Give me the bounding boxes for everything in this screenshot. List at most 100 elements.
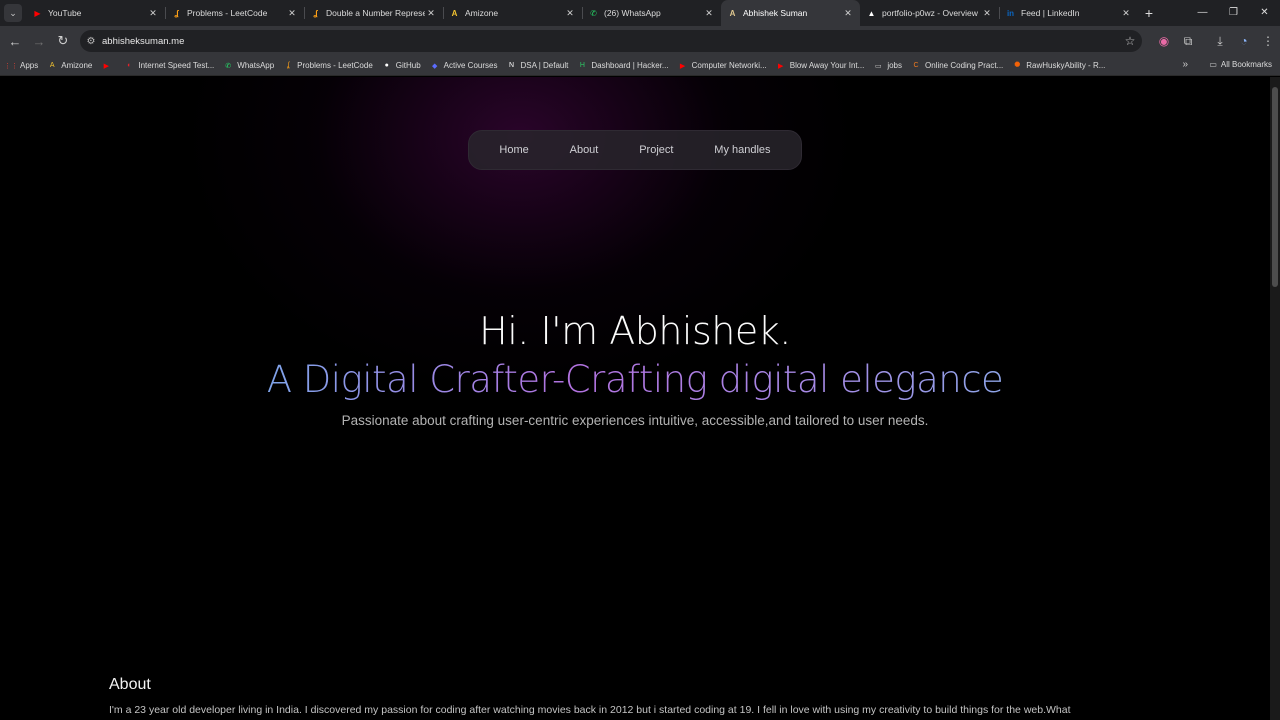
browser-tab[interactable]: ✆ (26) WhatsApp ✕ — [582, 0, 721, 26]
tab-title: (26) WhatsApp — [604, 8, 661, 18]
download-icon[interactable]: ⤓ — [1208, 34, 1232, 49]
bookmark-label: Amizone — [61, 61, 93, 70]
courses-icon: ◆ — [431, 62, 438, 70]
hero-title: Hi. I'm Abhishek. — [479, 309, 791, 353]
notion-icon: N — [508, 62, 514, 69]
tab-title: Abhishek Suman — [743, 8, 808, 18]
browser-tab[interactable]: in Feed | LinkedIn ✕ — [999, 0, 1138, 26]
bookmark-label: Problems - LeetCode — [297, 61, 373, 70]
close-icon[interactable]: ✕ — [425, 8, 437, 19]
all-bookmarks-button[interactable]: ▭ All Bookmarks — [1209, 60, 1272, 69]
apps-grid-icon: ⋮⋮ — [4, 62, 18, 70]
bookmark-item[interactable]: ✆ WhatsApp — [223, 61, 274, 71]
bookmark-item[interactable]: ▭ jobs — [873, 61, 902, 71]
url-text[interactable]: abhisheksuman.me — [102, 36, 1118, 47]
close-window-icon[interactable]: ✕ — [1249, 0, 1280, 26]
minimize-icon[interactable]: — — [1187, 0, 1218, 26]
bookmark-label: Blow Away Your Int... — [789, 61, 865, 70]
site-info-icon[interactable]: ⚙ — [80, 36, 102, 47]
nav-my-handles[interactable]: My handles — [714, 144, 770, 156]
folder-icon: ▭ — [1209, 60, 1217, 69]
bookmark-item[interactable]: N DSA | Default — [506, 61, 568, 71]
whatsapp-icon: ✆ — [590, 8, 597, 18]
toolbar-actions: ◉ ⧉ ⤓ ◔ ⋮ — [1152, 29, 1280, 53]
bookmark-item[interactable]: C Online Coding Pract... — [911, 61, 1003, 71]
chevron-down-icon[interactable]: ⌄ — [4, 4, 22, 22]
close-icon[interactable]: ✕ — [1120, 8, 1132, 19]
whatsapp-icon: ✆ — [225, 62, 232, 70]
bookmark-label: DSA | Default — [520, 61, 569, 70]
amizone-icon: A — [451, 8, 458, 18]
bookmark-star-icon[interactable]: ☆ — [1118, 34, 1142, 48]
bookmarks-bar: ⋮⋮ Apps A Amizone ▶ ◐ Internet Speed Test... ✆ W… — [0, 56, 1280, 76]
close-icon[interactable]: ✕ — [286, 8, 298, 19]
hero-section: Hi. I'm Abhishek. A Digital Crafter-Craf… — [0, 309, 1270, 428]
bookmark-item[interactable]: ◐ Internet Speed Test... — [124, 61, 214, 71]
extension-color-icon[interactable]: ◉ — [1152, 34, 1176, 48]
profile-icon[interactable]: ◔ — [1232, 34, 1256, 48]
forward-button[interactable]: → — [27, 29, 51, 53]
browser-tab[interactable]: ʆ Problems - LeetCode ✕ — [165, 0, 304, 26]
browser-tab[interactable]: ʆ Double a Number Represe ✕ — [304, 0, 443, 26]
bookmark-label: Internet Speed Test... — [138, 61, 215, 70]
browser-tab[interactable]: A Abhishek Suman ✕ — [721, 0, 860, 26]
replit-icon: ⯃ — [1014, 61, 1021, 69]
extensions-puzzle-icon[interactable]: ⧉ — [1176, 34, 1200, 49]
bookmark-item[interactable]: ▶ Computer Networki... — [678, 61, 767, 71]
codingninjas-icon: C — [913, 62, 919, 69]
nav-home[interactable]: Home — [499, 144, 528, 156]
bookmark-label: Active Courses — [443, 61, 498, 70]
bookmark-label: RawHuskyAbility - R... — [1026, 61, 1106, 70]
folder-icon: ▭ — [875, 62, 882, 70]
tab-title: Problems - LeetCode — [187, 8, 268, 18]
close-icon[interactable]: ✕ — [147, 8, 159, 19]
address-bar[interactable]: ⚙ abhisheksuman.me ☆ — [80, 30, 1142, 52]
page-scrollbar[interactable] — [1270, 77, 1280, 720]
portfolio-icon: A — [729, 8, 736, 18]
speedtest-icon: ◐ — [127, 62, 132, 69]
scrollbar-thumb[interactable] — [1272, 87, 1278, 287]
tab-title: Feed | LinkedIn — [1021, 8, 1080, 18]
browser-tab[interactable]: A Amizone ✕ — [443, 0, 582, 26]
bookmark-label: Dashboard | Hacker... — [591, 61, 669, 70]
about-heading: About — [109, 676, 151, 693]
close-icon[interactable]: ✕ — [981, 8, 993, 19]
bookmark-item[interactable]: ⯃ RawHuskyAbility - R... — [1012, 61, 1105, 71]
hackerrank-icon: H — [579, 62, 585, 69]
youtube-icon: ▶ — [103, 62, 110, 70]
close-icon[interactable]: ✕ — [703, 8, 715, 19]
browser-tab[interactable]: ▲ portfolio-p0wz - Overview ✕ — [860, 0, 999, 26]
window-controls: — ❐ ✕ — [1187, 0, 1280, 26]
bookmark-item[interactable]: ◆ Active Courses — [430, 61, 498, 71]
tab-title: Amizone — [465, 8, 499, 18]
bookmark-item[interactable]: ● GitHub — [382, 61, 421, 71]
close-icon[interactable]: ✕ — [564, 8, 576, 19]
bookmark-item[interactable]: ▶ Blow Away Your Int... — [776, 61, 865, 71]
nav-project[interactable]: Project — [639, 144, 673, 156]
leetcode-icon: ʆ — [313, 8, 318, 18]
menu-kebab-icon[interactable]: ⋮ — [1256, 34, 1280, 48]
nav-about[interactable]: About — [570, 144, 599, 156]
github-icon: ● — [384, 62, 389, 69]
bookmark-item[interactable]: ▶ — [101, 61, 115, 71]
bookmark-item[interactable]: ʆ Problems - LeetCode — [283, 61, 373, 71]
browser-tab[interactable]: ▶ YouTube ✕ — [26, 0, 165, 26]
bookmark-list: ⋮⋮ Apps A Amizone ▶ ◐ Internet Speed Test... ✆ W… — [4, 61, 1114, 71]
new-tab-button[interactable]: + — [1138, 5, 1160, 21]
bookmark-item[interactable]: H Dashboard | Hacker... — [577, 61, 669, 71]
tab-strip: ⌄ ▶ YouTube ✕ ʆ Problems - LeetCode ✕ ʆ Double … — [0, 0, 1280, 26]
bookmarks-overflow-icon[interactable]: » — [1182, 59, 1188, 70]
tab-list: ▶ YouTube ✕ ʆ Problems - LeetCode ✕ ʆ Double a … — [26, 0, 1138, 26]
bookmark-label: WhatsApp — [237, 61, 275, 70]
vercel-icon: ▲ — [867, 8, 876, 18]
browser-toolbar: ← → ↻ ⚙ abhisheksuman.me ☆ ◉ ⧉ ⤓ ◔ ⋮ — [0, 26, 1280, 56]
bookmark-item[interactable]: ⋮⋮ Apps — [4, 61, 38, 71]
youtube-icon: ▶ — [679, 62, 686, 70]
back-button[interactable]: ← — [3, 29, 27, 53]
tab-search[interactable]: ⌄ — [0, 0, 26, 26]
close-icon[interactable]: ✕ — [842, 8, 854, 19]
bookmark-item[interactable]: A Amizone — [47, 61, 92, 71]
restore-icon[interactable]: ❐ — [1218, 0, 1249, 26]
reload-button[interactable]: ↻ — [51, 29, 75, 53]
linkedin-icon: in — [1006, 8, 1015, 18]
